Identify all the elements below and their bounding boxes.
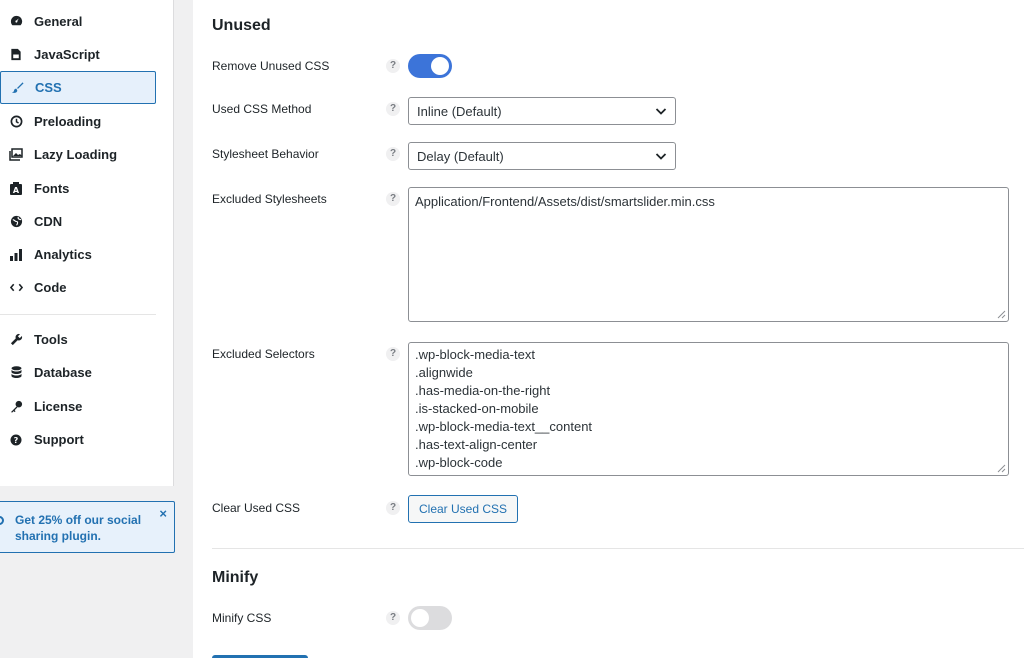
wrench-icon — [9, 333, 23, 347]
help-icon[interactable]: ? — [386, 192, 400, 206]
minify-css-toggle[interactable] — [408, 606, 452, 630]
code-icon — [9, 281, 23, 295]
sidebar-item-javascript[interactable]: JavaScript — [0, 38, 156, 71]
textarea-line: .alignwide — [415, 365, 473, 380]
textarea-line: .wp-block-media-text — [415, 347, 535, 362]
excluded-selectors-label: Excluded Selectors — [212, 347, 315, 361]
sidebar-item-support[interactable]: ? Support — [0, 423, 156, 456]
help-circle-icon: ? — [9, 433, 23, 447]
sidebar-divider — [0, 314, 156, 315]
sidebar-item-label: Database — [34, 365, 92, 380]
sidebar-item-analytics[interactable]: Analytics — [0, 238, 156, 271]
sidebar-item-tools[interactable]: Tools — [0, 323, 156, 356]
promo-notice[interactable]: Get 25% off our social sharing plugin. × — [0, 501, 175, 553]
clear-used-css-label: Clear Used CSS — [212, 501, 301, 515]
database-icon — [9, 366, 23, 380]
sidebar-item-fonts[interactable]: A Fonts — [0, 172, 156, 205]
svg-text:A: A — [13, 186, 20, 195]
sidebar-item-database[interactable]: Database — [0, 356, 156, 389]
sidebar-nav: General JavaScript CSS Preloading Lazy L — [0, 0, 174, 486]
textarea-line: .has-media-on-the-right — [415, 383, 551, 398]
textarea-line: .has-text-align-center — [415, 437, 538, 452]
used-css-method-label: Used CSS Method — [212, 102, 312, 116]
sidebar-item-label: General — [34, 14, 83, 29]
textarea-line: .wp-block-media-text__content — [415, 419, 593, 434]
section-title-minify: Minify — [212, 569, 259, 586]
sidebar-item-label: Lazy Loading — [34, 147, 118, 162]
sidebar-item-label: CDN — [34, 214, 63, 229]
globe-icon — [9, 215, 23, 229]
key-icon — [9, 400, 23, 414]
sidebar-item-label: License — [34, 399, 83, 414]
sidebar-item-code[interactable]: Code — [0, 271, 156, 304]
excluded-stylesheets-label: Excluded Stylesheets — [212, 192, 327, 206]
settings-panel: Unused Remove Unused CSS ? Used CSS Meth… — [193, 0, 1024, 658]
excluded-stylesheets-textarea[interactable]: Application/Frontend/Assets/dist/smartsl… — [408, 187, 1009, 322]
resize-handle-icon[interactable] — [996, 463, 1006, 473]
close-icon[interactable]: × — [159, 506, 167, 522]
font-box-icon: A — [9, 182, 23, 196]
clock-icon — [9, 115, 23, 129]
sidebar-item-general[interactable]: General — [0, 5, 156, 38]
remove-unused-css-toggle[interactable] — [408, 54, 452, 78]
help-icon[interactable]: ? — [386, 347, 400, 361]
stylesheet-behavior-select[interactable]: Delay (Default) — [408, 142, 676, 170]
js-file-icon — [9, 48, 23, 62]
chevron-down-icon — [655, 153, 667, 160]
remove-unused-css-label: Remove Unused CSS — [212, 59, 330, 73]
select-value: Inline (Default) — [417, 103, 502, 119]
help-icon[interactable]: ? — [386, 611, 400, 625]
sidebar-item-lazy-loading[interactable]: Lazy Loading — [0, 138, 156, 171]
sidebar: General JavaScript CSS Preloading Lazy L — [0, 0, 176, 658]
help-icon[interactable]: ? — [386, 501, 400, 515]
select-value: Delay (Default) — [417, 148, 504, 164]
resize-handle-icon[interactable] — [996, 309, 1006, 319]
stylesheet-behavior-label: Stylesheet Behavior — [212, 147, 319, 161]
sidebar-item-css[interactable]: CSS — [0, 71, 156, 104]
sidebar-item-label: Fonts — [34, 181, 70, 196]
promo-icon — [0, 516, 4, 525]
sidebar-item-label: Code — [34, 280, 67, 295]
sidebar-item-preloading[interactable]: Preloading — [0, 105, 156, 138]
sidebar-item-label: Analytics — [34, 247, 92, 262]
images-icon — [9, 148, 23, 162]
sidebar-item-label: Support — [34, 432, 84, 447]
toggle-knob — [431, 57, 449, 75]
sidebar-item-label: CSS — [35, 80, 62, 95]
sidebar-item-label: Preloading — [34, 114, 102, 129]
sidebar-item-label: JavaScript — [34, 47, 100, 62]
textarea-line: .wp-block-code — [415, 455, 503, 470]
help-icon[interactable]: ? — [386, 147, 400, 161]
textarea-line: Application/Frontend/Assets/dist/smartsl… — [415, 194, 715, 209]
toggle-knob — [411, 609, 429, 627]
sidebar-item-license[interactable]: License — [0, 390, 156, 423]
excluded-selectors-textarea[interactable]: .wp-block-media-text .alignwide .has-med… — [408, 342, 1009, 476]
brush-icon — [10, 81, 24, 95]
textarea-line: .is-stacked-on-mobile — [415, 401, 539, 416]
clear-used-css-button[interactable]: Clear Used CSS — [408, 495, 519, 523]
help-icon[interactable]: ? — [386, 59, 400, 73]
used-css-method-select[interactable]: Inline (Default) — [408, 97, 676, 125]
bar-chart-icon — [9, 248, 23, 262]
section-divider — [212, 548, 1024, 549]
sidebar-item-cdn[interactable]: CDN — [0, 205, 156, 238]
svg-text:?: ? — [14, 436, 19, 445]
sidebar-item-label: Tools — [34, 332, 68, 347]
help-icon[interactable]: ? — [386, 102, 400, 116]
promo-text: Get 25% off our social sharing plugin. — [15, 513, 142, 543]
section-title-unused: Unused — [212, 17, 271, 34]
minify-css-label: Minify CSS — [212, 611, 272, 625]
dashboard-icon — [9, 15, 23, 29]
chevron-down-icon — [655, 108, 667, 115]
